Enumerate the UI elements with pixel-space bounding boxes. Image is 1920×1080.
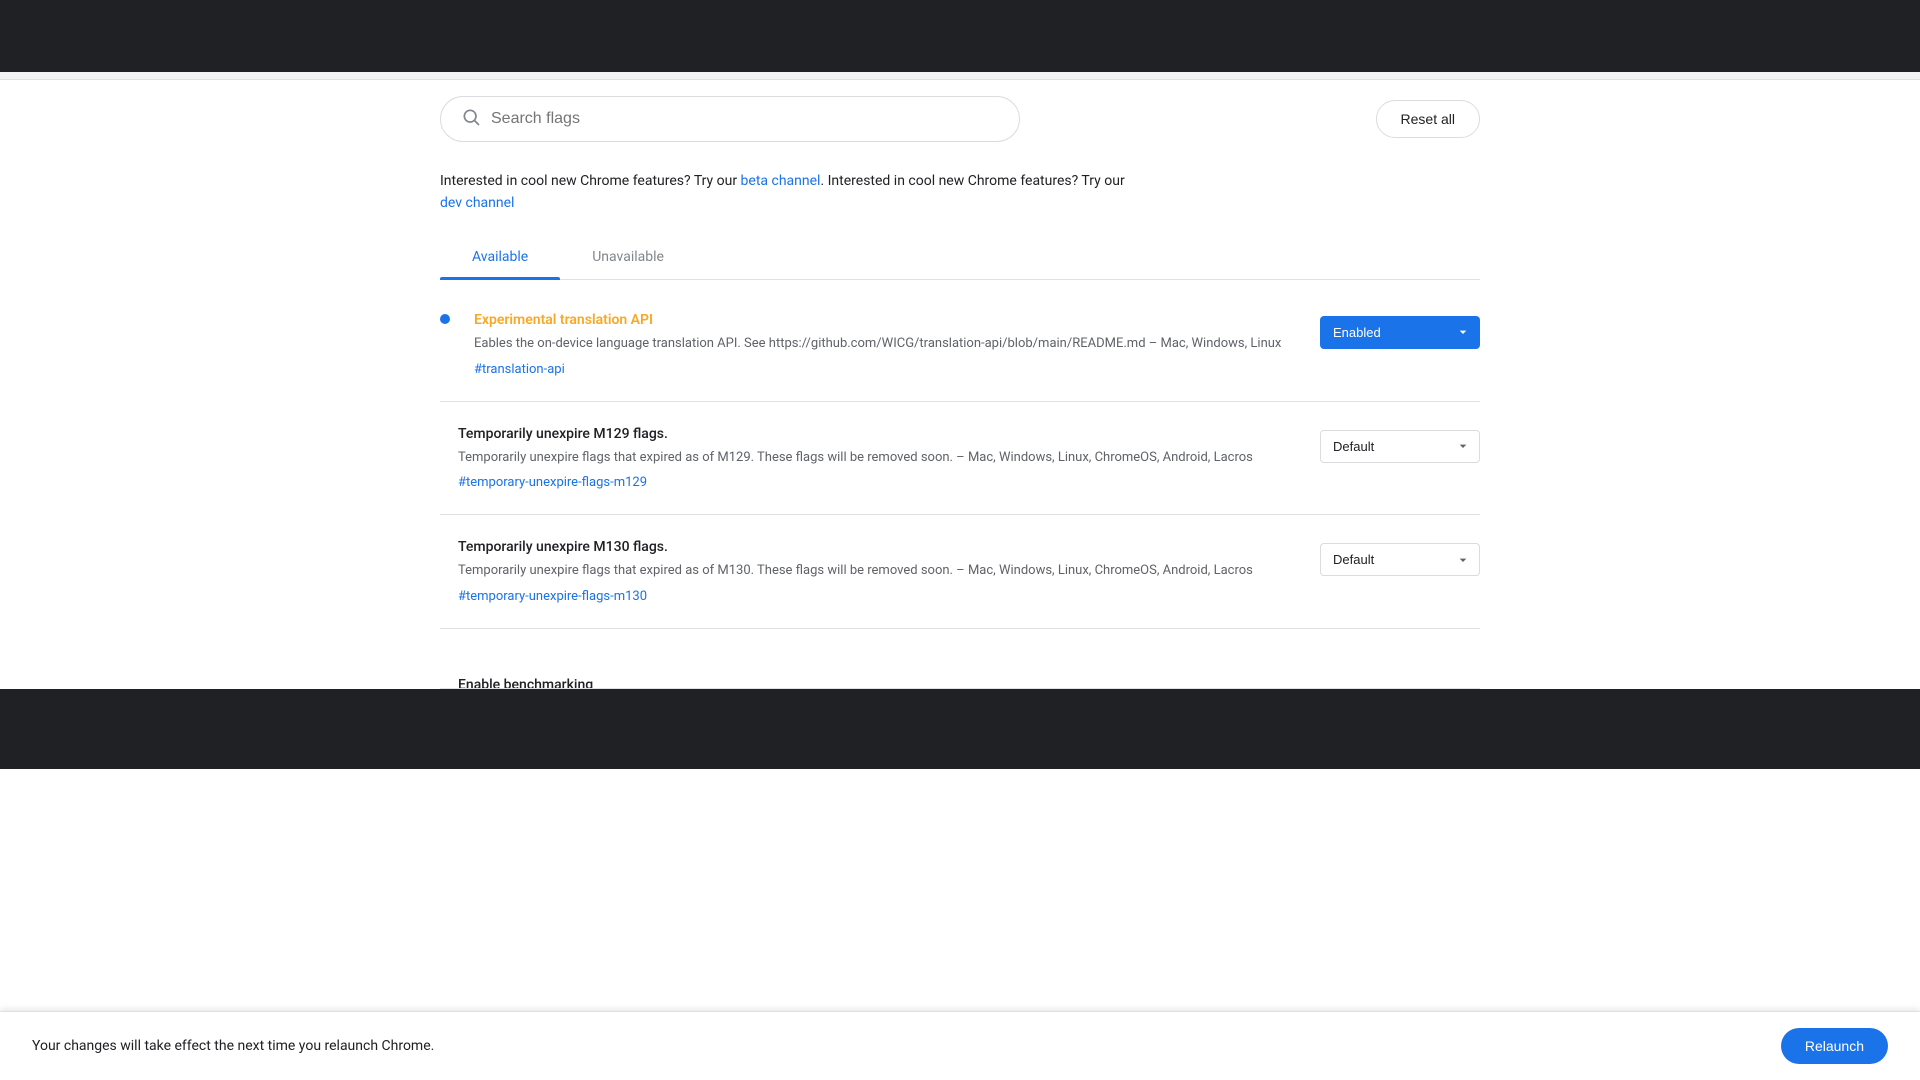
flag-description: Temporarily unexpire flags that expired … bbox=[458, 561, 1296, 582]
search-input[interactable] bbox=[491, 110, 999, 128]
search-bar-container bbox=[440, 96, 1020, 142]
top-bar bbox=[0, 0, 1920, 72]
bottom-bar: Your changes will take effect the next t… bbox=[0, 1011, 1920, 1080]
flag-select-m129[interactable]: Default Enabled Disabled bbox=[1320, 430, 1480, 463]
dev-channel-link[interactable]: dev channel bbox=[440, 195, 514, 211]
flag-info: Experimental translation API Eables the … bbox=[474, 312, 1296, 377]
flag-item-benchmarking: Enable benchmarking bbox=[440, 629, 1480, 689]
bottom-bar-message: Your changes will take effect the next t… bbox=[32, 1038, 434, 1054]
reset-all-button[interactable]: Reset all bbox=[1376, 100, 1480, 138]
flag-title: Experimental translation API bbox=[474, 312, 1296, 328]
beta-channel-link[interactable]: beta channel bbox=[741, 173, 821, 189]
flag-active-dot bbox=[440, 314, 450, 324]
search-section: Reset all bbox=[440, 80, 1480, 158]
flags-list: Experimental translation API Eables the … bbox=[440, 280, 1480, 689]
flag-select-translation-api[interactable]: Default Enabled Disabled bbox=[1320, 316, 1480, 349]
flag-description: Temporarily unexpire flags that expired … bbox=[458, 448, 1296, 469]
flag-title: Enable benchmarking bbox=[458, 677, 1480, 689]
flag-control: Default Enabled Disabled bbox=[1320, 543, 1480, 576]
browser-chrome bbox=[0, 72, 1920, 80]
flag-link[interactable]: #temporary-unexpire-flags-m130 bbox=[458, 589, 647, 604]
flag-info: Temporarily unexpire M130 flags. Tempora… bbox=[440, 539, 1296, 604]
info-banner: Interested in cool new Chrome features? … bbox=[440, 158, 1480, 235]
flag-link[interactable]: #temporary-unexpire-flags-m129 bbox=[458, 475, 647, 490]
flag-title: Temporarily unexpire M130 flags. bbox=[458, 539, 1296, 555]
flag-item-m129: Temporarily unexpire M129 flags. Tempora… bbox=[440, 402, 1480, 516]
tab-unavailable[interactable]: Unavailable bbox=[560, 235, 696, 279]
bottom-black-bar bbox=[0, 689, 1920, 769]
flag-info: Enable benchmarking bbox=[440, 653, 1480, 689]
flag-item-m130: Temporarily unexpire M130 flags. Tempora… bbox=[440, 515, 1480, 629]
info-text-middle: . Interested in cool new Chrome features… bbox=[820, 173, 1124, 189]
flag-title: Temporarily unexpire M129 flags. bbox=[458, 426, 1296, 442]
flag-control: Default Enabled Disabled bbox=[1320, 430, 1480, 463]
flag-select-m130[interactable]: Default Enabled Disabled bbox=[1320, 543, 1480, 576]
tab-available[interactable]: Available bbox=[440, 235, 560, 279]
flag-link[interactable]: #translation-api bbox=[474, 362, 565, 377]
relaunch-button[interactable]: Relaunch bbox=[1781, 1028, 1888, 1064]
info-text-before: Interested in cool new Chrome features? … bbox=[440, 173, 741, 189]
search-icon bbox=[461, 107, 481, 131]
flag-description: Eables the on-device language translatio… bbox=[474, 334, 1296, 355]
flag-info: Temporarily unexpire M129 flags. Tempora… bbox=[440, 426, 1296, 491]
page-container: Reset all Interested in cool new Chrome … bbox=[400, 80, 1520, 689]
flag-control: Default Enabled Disabled bbox=[1320, 316, 1480, 349]
flag-item-translation-api: Experimental translation API Eables the … bbox=[440, 288, 1480, 402]
tabs-container: Available Unavailable bbox=[440, 235, 1480, 280]
